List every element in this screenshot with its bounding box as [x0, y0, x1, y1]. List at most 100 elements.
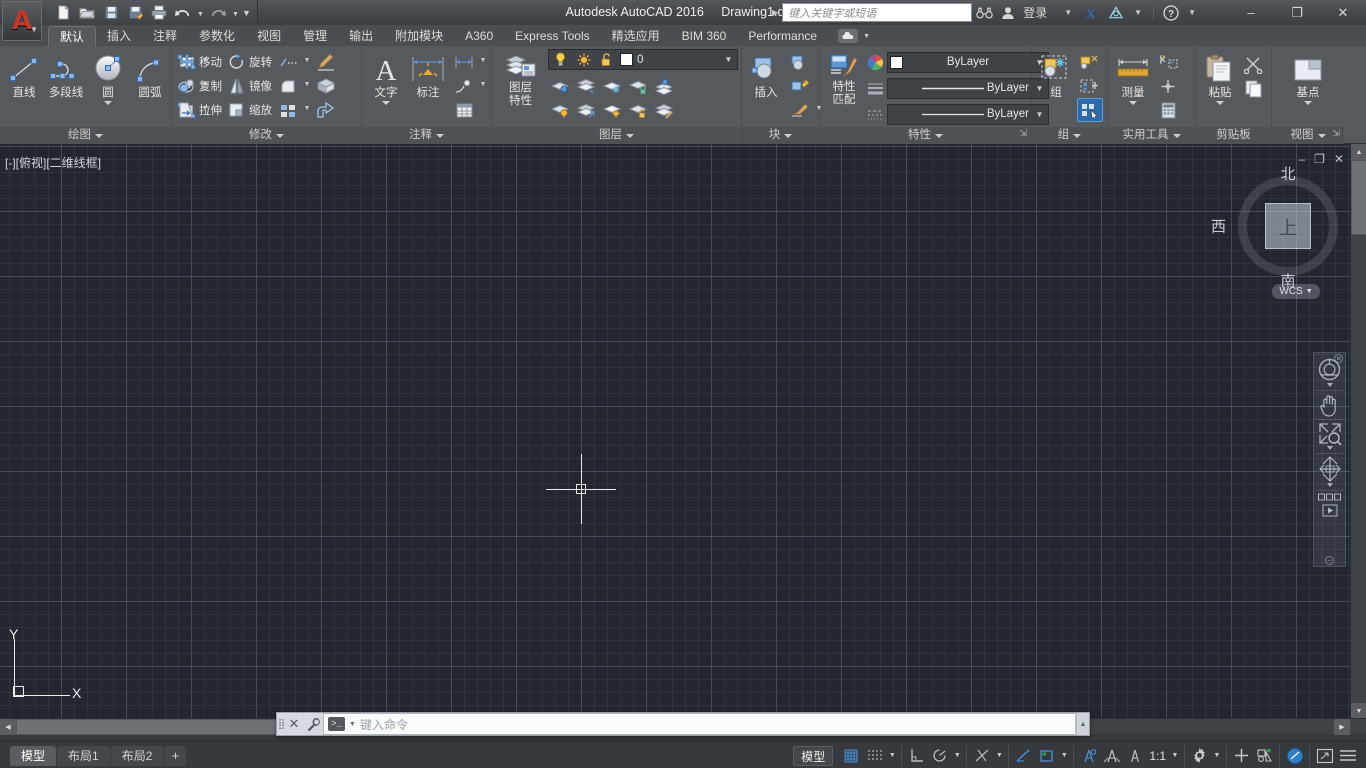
- layout-tab-layout2[interactable]: 布局2: [111, 746, 164, 766]
- zoom-extents-icon[interactable]: [1314, 422, 1345, 445]
- tab-parametric[interactable]: 参数化: [188, 26, 246, 46]
- dimension-button[interactable]: 标注: [407, 50, 449, 101]
- point-id-icon[interactable]: [1155, 74, 1181, 98]
- viewport-restore-button[interactable]: ❐: [1314, 154, 1325, 164]
- panel-utilities-title[interactable]: 实用工具: [1108, 127, 1195, 144]
- panel-groups-title[interactable]: 组: [1032, 127, 1107, 144]
- move-button[interactable]: 移动: [175, 50, 225, 74]
- quick-select-icon[interactable]: [1155, 50, 1181, 74]
- layout-tab-model[interactable]: 模型: [10, 746, 56, 766]
- panel-layers-title[interactable]: 图层: [492, 127, 741, 144]
- user-icon[interactable]: [996, 3, 1020, 22]
- drawing-canvas[interactable]: [-][俯视][二维线框] – ❐ ✕ 上 北 南 西 东 WCS ▼ ✕: [0, 144, 1366, 734]
- mirror-button[interactable]: 镜像: [225, 74, 275, 98]
- view-cube-top-face[interactable]: 上: [1265, 203, 1311, 249]
- redo-button[interactable]: [207, 2, 229, 23]
- snap-mode-toggle[interactable]: [863, 745, 886, 766]
- panel-view-expand-icon[interactable]: ⇲: [1332, 125, 1340, 142]
- create-block-icon[interactable]: [787, 50, 813, 74]
- object-snap-tracking-toggle[interactable]: [1012, 745, 1035, 766]
- orbit-icon[interactable]: [1314, 456, 1345, 482]
- tab-insert[interactable]: 插入: [96, 26, 142, 46]
- navigation-bar[interactable]: ✕ –: [1313, 352, 1346, 567]
- trim-icon[interactable]: [275, 50, 301, 74]
- osnap-settings-dropdown[interactable]: ▼: [993, 745, 1005, 766]
- scroll-down-button[interactable]: ▼: [1351, 703, 1366, 719]
- object-color-selector[interactable]: ByLayer ▼: [887, 52, 1049, 73]
- scroll-right-button[interactable]: ▶: [1334, 719, 1350, 735]
- tab-default[interactable]: 默认: [48, 26, 96, 46]
- layout-tab-layout1[interactable]: 布局1: [57, 746, 110, 766]
- gear-icon[interactable]: [1188, 745, 1211, 766]
- object-snap-toggle[interactable]: [970, 745, 993, 766]
- binoculars-icon[interactable]: [972, 3, 996, 22]
- group-button[interactable]: 组: [1035, 50, 1077, 101]
- calculator-icon[interactable]: [1155, 98, 1181, 122]
- arc-button[interactable]: 圆弧: [129, 50, 171, 101]
- horizontal-scroll-thumb[interactable]: [16, 719, 316, 735]
- vertical-scrollbar[interactable]: ▲ ▼: [1350, 144, 1366, 719]
- dimension-style-dropdown-icon[interactable]: ▼: [477, 50, 489, 71]
- minimize-button[interactable]: –: [1228, 0, 1274, 25]
- base-view-button[interactable]: 基点: [1280, 50, 1336, 107]
- unlock-icon[interactable]: [597, 51, 616, 69]
- tab-a360[interactable]: A360: [454, 26, 504, 46]
- scissors-icon[interactable]: [1241, 53, 1267, 77]
- dynamic-ucs-toggle[interactable]: [1035, 745, 1058, 766]
- dimension-style-icon[interactable]: [451, 50, 477, 74]
- command-input[interactable]: >_ ▼ 键入命令: [323, 713, 1076, 735]
- circle-dropdown-icon[interactable]: [104, 101, 112, 105]
- paste-button[interactable]: 粘贴: [1199, 50, 1241, 107]
- edit-block-icon[interactable]: [787, 74, 813, 98]
- viewport-minimize-button[interactable]: –: [1298, 154, 1305, 164]
- performance-circle-icon[interactable]: [1283, 745, 1306, 766]
- customize-quick-access-dropdown[interactable]: ▼: [242, 2, 251, 23]
- open-file-button[interactable]: [76, 2, 98, 23]
- scroll-up-button[interactable]: ▲: [1351, 144, 1366, 160]
- infocenter-expand-icon[interactable]: ▶: [772, 8, 778, 17]
- layer-unisolate-icon[interactable]: [574, 74, 600, 98]
- share-dropdown-icon[interactable]: ▼: [1134, 8, 1142, 17]
- layer-freeze-icon[interactable]: [600, 74, 626, 98]
- viewport-label[interactable]: [-][俯视][二维线框]: [5, 154, 101, 171]
- view-cube-north-label[interactable]: 北: [1280, 163, 1295, 184]
- chevron-down-icon[interactable]: ▼: [349, 721, 356, 728]
- autodesk-exchange-icon[interactable]: X: [1080, 3, 1104, 22]
- undo-button[interactable]: [172, 2, 194, 23]
- plus-icon[interactable]: [1230, 745, 1253, 766]
- fullscreen-icon[interactable]: [1313, 745, 1336, 766]
- wrench-icon[interactable]: [303, 713, 323, 735]
- save-button[interactable]: [100, 2, 122, 23]
- ribbon-display-options[interactable]: ▼: [838, 26, 870, 46]
- text-button[interactable]: A 文字: [365, 50, 407, 107]
- object-color-swatch[interactable]: [890, 56, 903, 69]
- panel-annotation-title[interactable]: 注释: [362, 127, 491, 144]
- tab-output[interactable]: 输出: [338, 26, 384, 46]
- array-icon[interactable]: [275, 98, 301, 122]
- view-cube-west-label[interactable]: 西: [1211, 216, 1226, 237]
- leader-icon[interactable]: [451, 74, 477, 98]
- scale-button[interactable]: 缩放: [225, 98, 275, 122]
- command-line-grip[interactable]: ⣿: [277, 713, 285, 735]
- array-dropdown-icon[interactable]: ▼: [301, 98, 313, 119]
- help-dropdown-icon[interactable]: ▼: [1188, 8, 1196, 17]
- edit-attribute-icon[interactable]: [787, 98, 813, 122]
- maximize-button[interactable]: ❐: [1274, 0, 1320, 25]
- command-history-scroll[interactable]: ▲: [1076, 713, 1089, 735]
- panel-modify-title[interactable]: 修改: [172, 127, 361, 144]
- steering-wheel-dropdown-icon[interactable]: [1327, 383, 1333, 387]
- panel-view-title[interactable]: 视图 ⇲: [1272, 127, 1344, 144]
- share-icon[interactable]: [1104, 3, 1128, 22]
- measure-dropdown-icon[interactable]: [1129, 101, 1137, 105]
- tab-express-tools[interactable]: Express Tools: [504, 26, 600, 46]
- lineweight-selector[interactable]: ByLayer ▼: [887, 78, 1049, 99]
- save-as-button[interactable]: [124, 2, 146, 23]
- tab-addins[interactable]: 附加模块: [384, 26, 454, 46]
- ucs-selector[interactable]: WCS ▼: [1272, 284, 1320, 299]
- dynamic-ucs-dropdown[interactable]: ▼: [1058, 745, 1070, 766]
- viewport-close-button[interactable]: ✕: [1334, 154, 1344, 164]
- annotation-scale-icon[interactable]: [1100, 745, 1123, 766]
- fillet-icon[interactable]: [275, 74, 301, 98]
- chevron-down-icon[interactable]: ▼: [722, 55, 735, 64]
- cloud-icon[interactable]: [838, 29, 858, 43]
